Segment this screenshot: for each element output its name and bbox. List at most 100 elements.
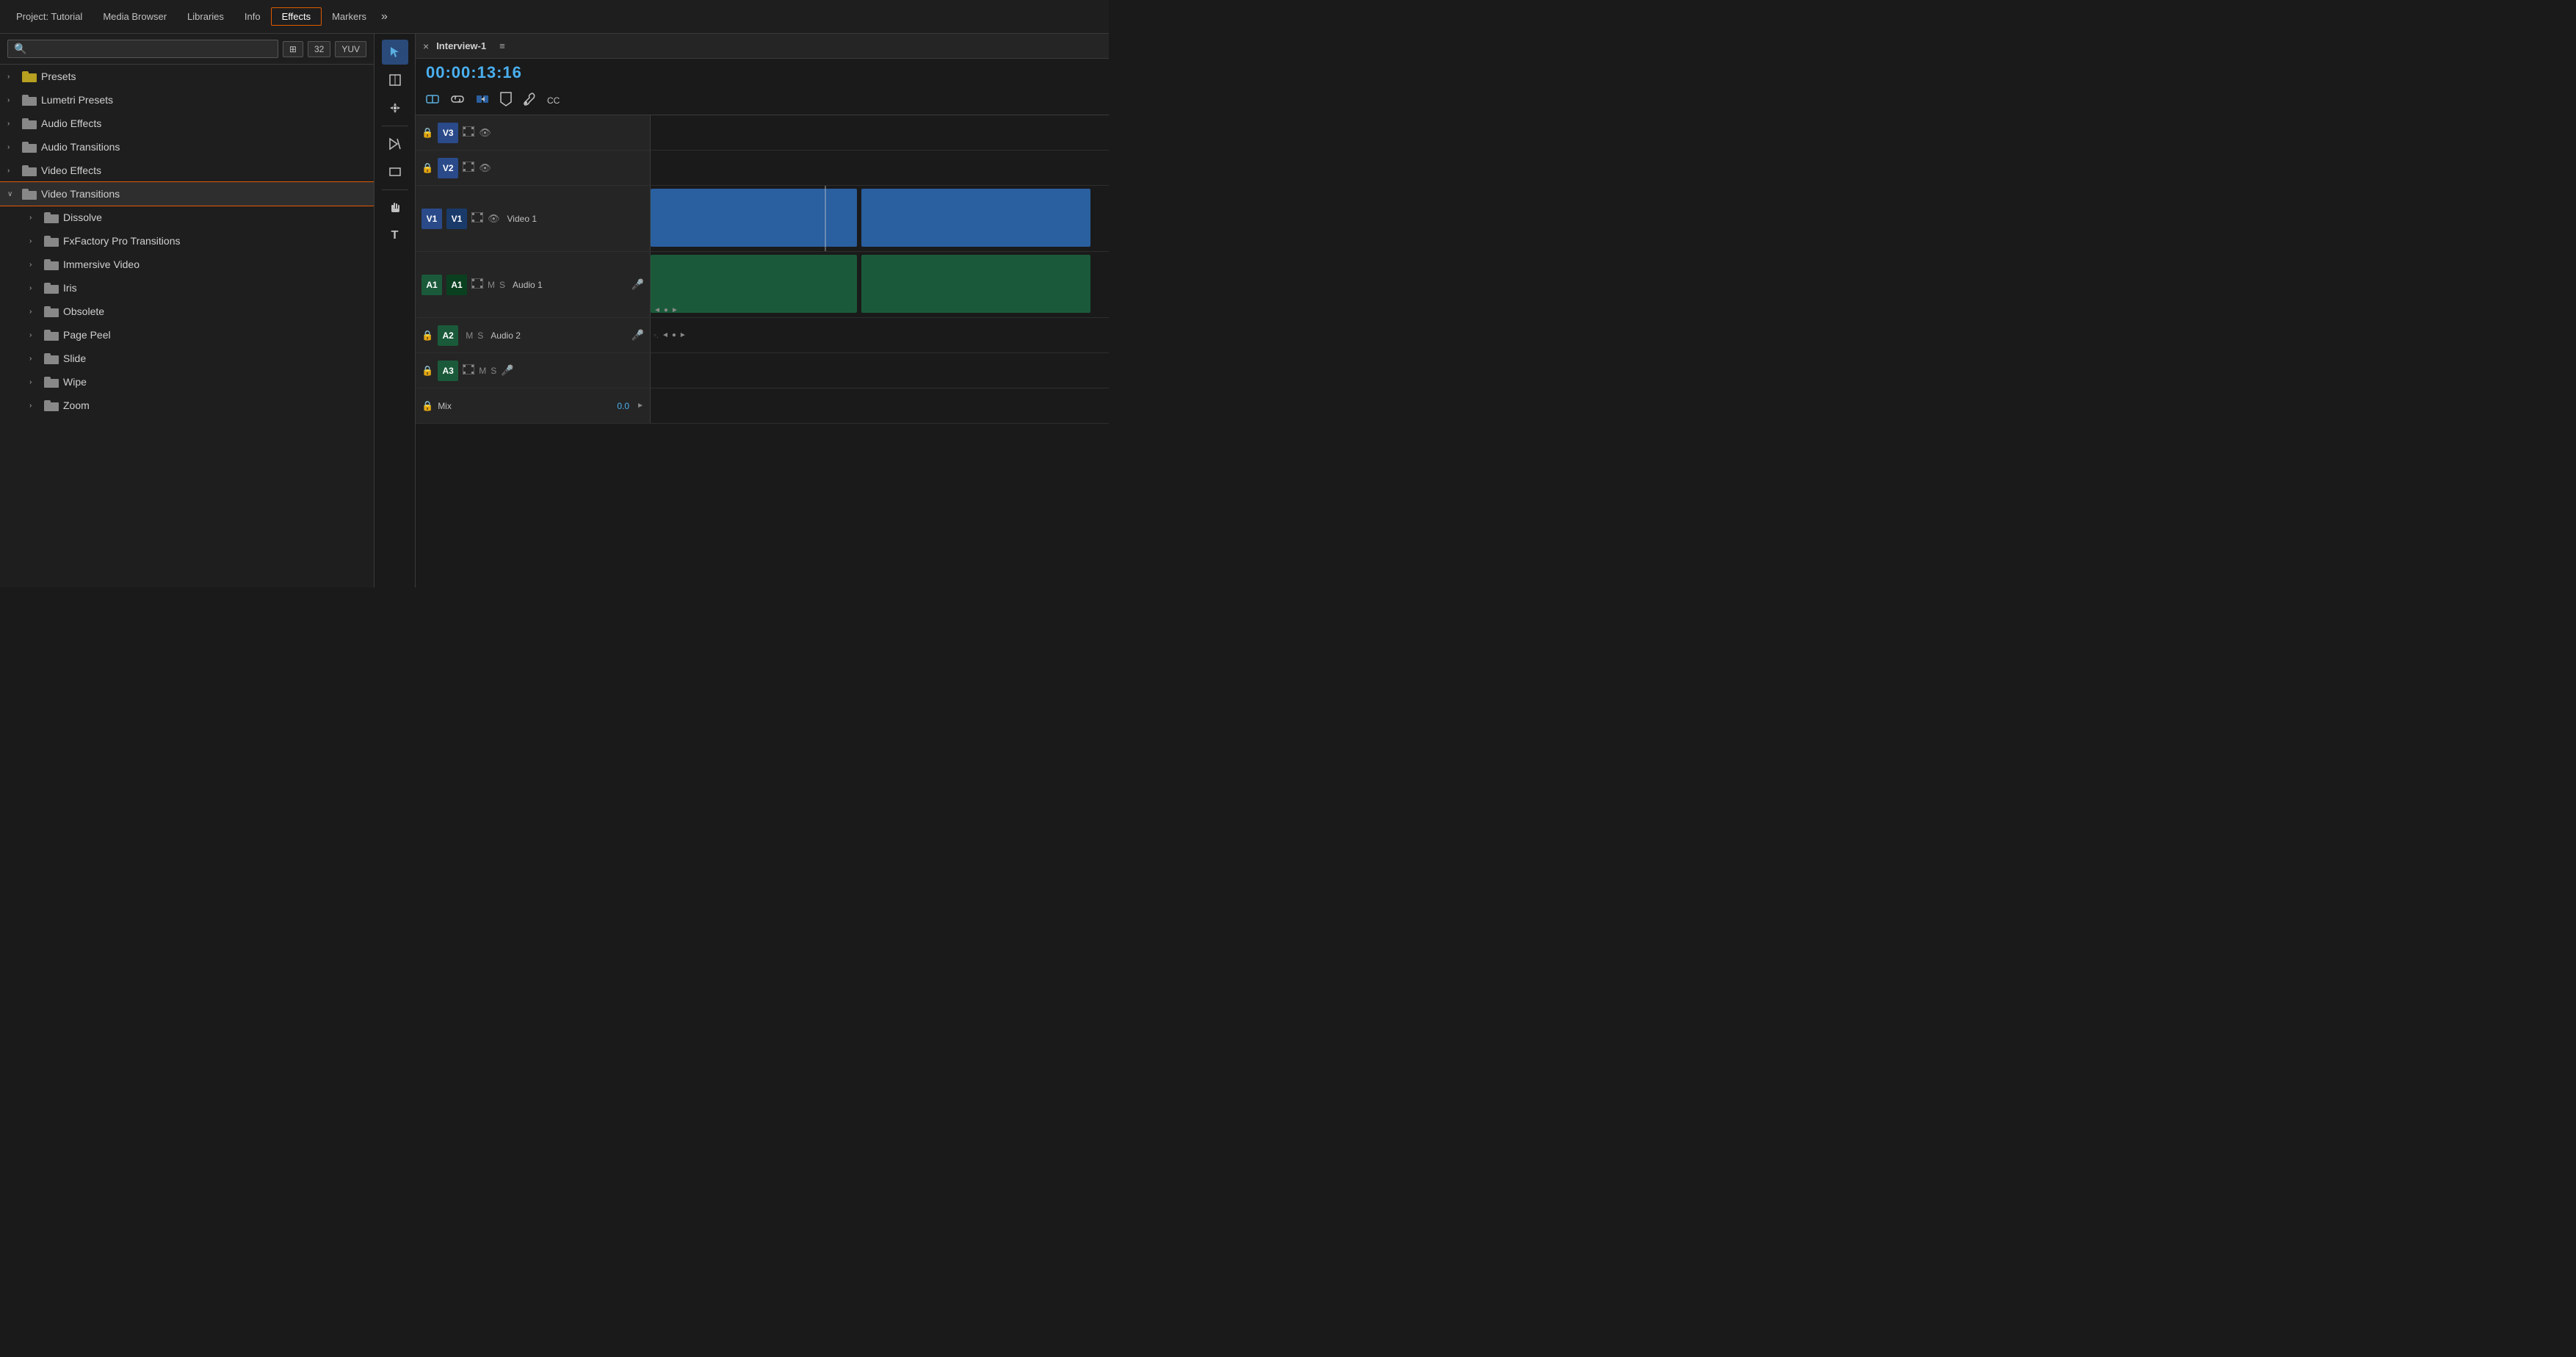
yuv-btn[interactable]: YUV bbox=[335, 41, 366, 57]
tl-tool-cc[interactable]: CC bbox=[545, 93, 562, 108]
accelerate-btn[interactable]: ⊞ bbox=[283, 41, 303, 57]
arrow-video-transitions: ∨ bbox=[7, 190, 18, 198]
lock-icon-a3[interactable]: 🔒 bbox=[422, 365, 433, 377]
nav-info[interactable]: Info bbox=[234, 8, 271, 25]
track-label-a3: A3 bbox=[438, 361, 458, 381]
tl-tool-snap[interactable] bbox=[423, 90, 442, 112]
tree-item-page-peel[interactable]: › Page Peel bbox=[0, 323, 374, 347]
mic-icon-a1[interactable]: 🎤 bbox=[632, 278, 644, 291]
search-input[interactable] bbox=[31, 43, 271, 54]
tool-track-select[interactable] bbox=[382, 68, 408, 93]
middle-toolbar: T bbox=[375, 34, 416, 587]
clip-v1-right[interactable] bbox=[861, 189, 1090, 246]
tree-item-fxfactory[interactable]: › FxFactory Pro Transitions bbox=[0, 229, 374, 253]
film-icon-v3[interactable] bbox=[463, 126, 474, 139]
solo-btn-a1[interactable]: S bbox=[499, 280, 505, 290]
lock-icon-v2[interactable]: 🔒 bbox=[422, 162, 433, 174]
mic-icon-a2[interactable]: 🎤 bbox=[632, 329, 644, 341]
bit-depth-btn[interactable]: 32 bbox=[308, 41, 330, 57]
label-audio-effects: Audio Effects bbox=[41, 117, 101, 129]
tl-tool-link[interactable] bbox=[448, 90, 467, 112]
search-input-wrap[interactable]: 🔍 bbox=[7, 40, 278, 58]
tree-item-immersive[interactable]: › Immersive Video bbox=[0, 253, 374, 276]
clip-a1-right[interactable] bbox=[861, 255, 1090, 312]
label-dissolve: Dissolve bbox=[63, 211, 102, 223]
nav-libraries[interactable]: Libraries bbox=[177, 8, 234, 25]
track-content-a2: ◦. ◄ ● ► bbox=[651, 318, 1109, 352]
label-presets: Presets bbox=[41, 70, 76, 82]
label-slide: Slide bbox=[63, 352, 86, 364]
vol-left-a1[interactable]: ◄ bbox=[654, 306, 661, 314]
solo-btn-a2[interactable]: S bbox=[477, 330, 483, 341]
solo-btn-a3[interactable]: S bbox=[491, 366, 496, 376]
mic-icon-a3[interactable]: 🎤 bbox=[501, 364, 513, 377]
tool-hand[interactable] bbox=[382, 195, 408, 220]
folder-icon-video-effects bbox=[22, 165, 37, 176]
tool-razor[interactable] bbox=[382, 131, 408, 156]
tree-item-lumetri[interactable]: › Lumetri Presets bbox=[0, 88, 374, 112]
arrow-audio-transitions: › bbox=[7, 143, 18, 151]
tree-item-zoom[interactable]: › Zoom bbox=[0, 394, 374, 417]
vol-knob-a1[interactable]: ● bbox=[664, 306, 668, 314]
tool-select[interactable] bbox=[382, 40, 408, 65]
timeline-menu-icon[interactable]: ≡ bbox=[499, 40, 505, 51]
mute-btn-a3[interactable]: M bbox=[479, 366, 486, 376]
track-row-mix: 🔒 Mix 0.0 ► bbox=[416, 388, 1109, 424]
tree-item-iris[interactable]: › Iris bbox=[0, 276, 374, 300]
eye-icon-v1[interactable]: 👁 bbox=[488, 213, 500, 225]
arrow-immersive: › bbox=[29, 261, 40, 269]
vol-left-a2[interactable]: ◄ bbox=[662, 331, 669, 339]
folder-icon-lumetri bbox=[22, 95, 37, 106]
tree-item-presets[interactable]: › Presets bbox=[0, 65, 374, 88]
nav-markers[interactable]: Markers bbox=[322, 8, 377, 25]
eye-icon-v2[interactable]: 👁 bbox=[479, 162, 491, 174]
nav-project[interactable]: Project: Tutorial bbox=[6, 8, 93, 25]
tree-item-audio-transitions[interactable]: › Audio Transitions bbox=[0, 135, 374, 159]
nav-effects[interactable]: Effects bbox=[271, 7, 322, 26]
folder-icon-dissolve bbox=[44, 212, 59, 223]
film-icon-v1[interactable] bbox=[471, 212, 483, 225]
tree-item-obsolete[interactable]: › Obsolete bbox=[0, 300, 374, 323]
mute-btn-a2[interactable]: M bbox=[466, 330, 473, 341]
film-icon-a1[interactable] bbox=[471, 278, 483, 291]
track-content-mix bbox=[651, 388, 1109, 423]
tree-item-wipe[interactable]: › Wipe bbox=[0, 370, 374, 394]
timeline-toolbar: CC bbox=[416, 87, 1109, 115]
track-content-a1: ◄ ● ► bbox=[651, 252, 1109, 317]
nav-more[interactable]: » bbox=[377, 10, 392, 23]
nav-media-browser[interactable]: Media Browser bbox=[93, 8, 177, 25]
lock-icon-mix[interactable]: 🔒 bbox=[422, 400, 433, 412]
tree-item-slide[interactable]: › Slide bbox=[0, 347, 374, 370]
lock-icon-v3[interactable]: 🔒 bbox=[422, 127, 433, 139]
tl-tool-mark[interactable] bbox=[498, 90, 514, 112]
timeline-close-btn[interactable]: × bbox=[423, 40, 429, 52]
tool-text[interactable]: T bbox=[382, 223, 408, 248]
tl-tool-wrench[interactable] bbox=[520, 90, 539, 112]
track-content-a3 bbox=[651, 353, 1109, 388]
mute-btn-a1[interactable]: M bbox=[488, 280, 495, 290]
arrow-obsolete: › bbox=[29, 308, 40, 316]
folder-icon-iris bbox=[44, 283, 59, 294]
tree-item-audio-effects[interactable]: › Audio Effects bbox=[0, 112, 374, 135]
vol-knob-a2[interactable]: ● bbox=[672, 331, 676, 339]
mix-right-arrow[interactable]: ► bbox=[637, 402, 644, 410]
eye-icon-v3[interactable]: 👁 bbox=[479, 127, 491, 139]
track-name-a2: Audio 2 bbox=[491, 330, 626, 341]
track-controls-a1: A1 A1 M S Audio 1 🎤 bbox=[416, 252, 651, 317]
film-icon-v2[interactable] bbox=[463, 162, 474, 174]
tool-move[interactable] bbox=[382, 95, 408, 120]
film-icon-a3[interactable] bbox=[463, 364, 474, 377]
tool-divider-2 bbox=[382, 189, 408, 190]
tl-tool-insert[interactable] bbox=[473, 90, 492, 112]
tree-item-video-transitions[interactable]: ∨ Video Transitions bbox=[0, 182, 374, 206]
folder-icon-obsolete bbox=[44, 306, 59, 317]
tool-rect[interactable] bbox=[382, 159, 408, 184]
tree-item-video-effects[interactable]: › Video Effects bbox=[0, 159, 374, 182]
clip-a1-left[interactable] bbox=[651, 255, 857, 312]
lock-icon-a2[interactable]: 🔒 bbox=[422, 330, 433, 341]
vol-right-a1[interactable]: ► bbox=[671, 306, 679, 314]
vol-right-a2[interactable]: ► bbox=[679, 331, 687, 339]
tree-item-dissolve[interactable]: › Dissolve bbox=[0, 206, 374, 229]
arrow-video-effects: › bbox=[7, 167, 18, 175]
track-controls-v2: 🔒 V2 👁 bbox=[416, 151, 651, 185]
